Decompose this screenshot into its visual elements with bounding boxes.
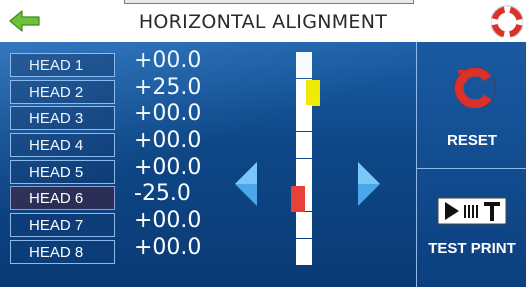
head-offset-value-6: -25.0: [134, 181, 191, 206]
alignment-track-segment-8: [296, 239, 312, 265]
side-divider: [417, 168, 526, 169]
head-button-3[interactable]: HEAD 3: [10, 106, 115, 130]
horizontal-alignment-screen: HORIZONTAL ALIGNMENT HEAD 1 +00.0 HEAD 2 +2…: [0, 0, 526, 287]
test-print-label[interactable]: TEST PRINT: [417, 240, 526, 257]
head-button-8[interactable]: HEAD 8: [10, 240, 115, 264]
alignment-track-segment-1: [296, 52, 312, 78]
side-actions: RESET TEST PRINT: [416, 42, 526, 287]
reset-button[interactable]: [453, 64, 497, 109]
arrow-right-icon: [358, 162, 380, 206]
reset-icon: [454, 67, 496, 109]
alignment-track-segment-4: [296, 132, 312, 158]
decrease-button[interactable]: [233, 160, 259, 208]
head-button-1[interactable]: HEAD 1: [10, 53, 115, 77]
head-button-6[interactable]: HEAD 6: [10, 186, 115, 210]
head-offset-value-3: +00.0: [134, 101, 202, 126]
head-offset-value-4: +00.0: [134, 128, 202, 153]
header-bar: HORIZONTAL ALIGNMENT: [0, 0, 526, 42]
lifebuoy-help-icon: [490, 5, 524, 39]
reset-label[interactable]: RESET: [417, 132, 526, 149]
head-button-7[interactable]: HEAD 7: [10, 213, 115, 237]
head-button-4[interactable]: HEAD 4: [10, 133, 115, 157]
head-offset-value-2: +25.0: [134, 75, 202, 100]
head-offset-value-7: +00.0: [134, 208, 202, 233]
increase-button[interactable]: [356, 160, 382, 208]
arrow-left-icon: [235, 162, 257, 206]
help-button[interactable]: [490, 5, 524, 39]
alignment-track-segment-7: [296, 212, 312, 238]
test-print-button[interactable]: [437, 197, 507, 225]
offset-marker-2: [306, 80, 320, 106]
offset-marker-6: [291, 186, 305, 212]
head-button-5[interactable]: HEAD 5: [10, 160, 115, 184]
test-print-icon: [437, 197, 507, 225]
head-offset-value-5: +00.0: [134, 155, 202, 180]
header-tab-outline: [124, 0, 414, 4]
head-offset-value-8: +00.0: [134, 235, 202, 260]
alignment-track-segment-3: [296, 105, 312, 131]
page-title: HORIZONTAL ALIGNMENT: [138, 11, 388, 33]
alignment-track-segment-5: [296, 159, 312, 185]
head-offset-value-1: +00.0: [134, 48, 202, 73]
head-button-2[interactable]: HEAD 2: [10, 80, 115, 104]
